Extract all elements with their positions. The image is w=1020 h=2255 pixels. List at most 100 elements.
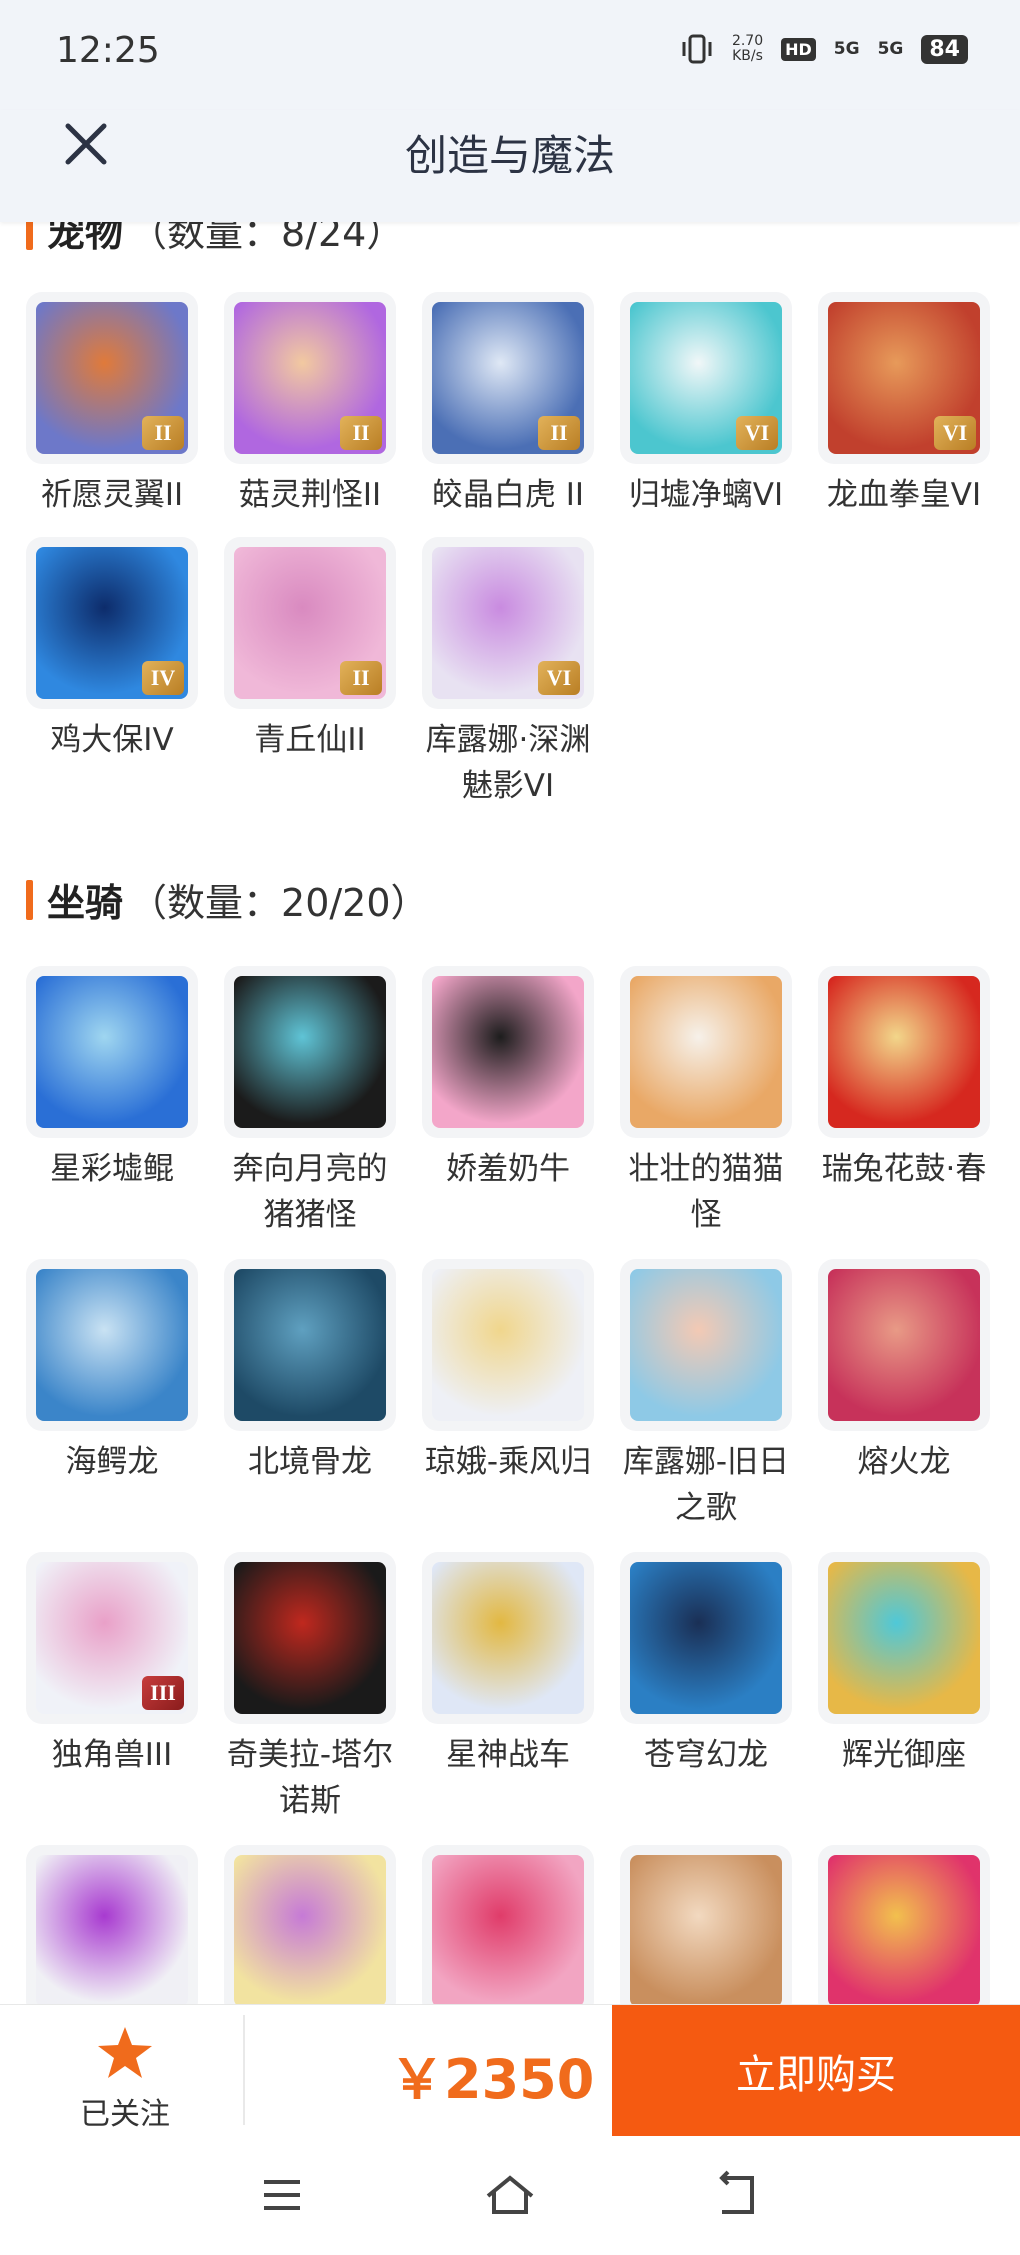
item-thumbnail	[620, 1259, 792, 1431]
item-card[interactable]: VI 归墟净螭VI	[620, 292, 792, 518]
item-name: 娇羞奶牛	[446, 1151, 570, 1187]
item-name: 皎晶白虎 II	[431, 477, 585, 513]
item-name: 瑞兔花鼓·春	[821, 1151, 987, 1187]
item-thumbnail: II	[224, 537, 396, 709]
item-name: 琼娥-乘风归	[424, 1444, 592, 1480]
star-icon	[98, 2027, 152, 2078]
item-artwork	[828, 1269, 980, 1421]
item-card[interactable]: 辉光御座	[818, 1552, 990, 1778]
item-thumbnail	[26, 966, 198, 1138]
item-card[interactable]: 熔火龙	[818, 1259, 990, 1485]
item-name: 壮壮的猫猫怪	[628, 1151, 784, 1233]
item-artwork	[36, 1855, 188, 2004]
bottom-action-bar: 已关注 ￥2350 立即购买	[0, 2004, 1020, 2137]
section-accent-bar	[26, 879, 33, 920]
item-card[interactable]: 星彩墟鲲	[26, 966, 198, 1192]
item-name: 奇美拉-塔尔诺斯	[226, 1737, 394, 1819]
item-card[interactable]: 奔向月亮的猪猪怪	[224, 966, 396, 1238]
item-card[interactable]	[26, 1845, 198, 2004]
item-card[interactable]: 壮壮的猫猫怪	[620, 966, 792, 1238]
item-thumbnail: IV	[26, 537, 198, 709]
item-card[interactable]: 北境骨龙	[224, 1259, 396, 1485]
item-thumbnail	[818, 966, 990, 1138]
item-artwork	[36, 1269, 188, 1421]
item-artwork	[828, 1855, 980, 2004]
menu-icon[interactable]	[252, 2170, 312, 2220]
item-card[interactable]: II 青丘仙II	[224, 537, 396, 763]
item-name: 菇灵荆怪II	[238, 477, 382, 513]
item-card[interactable]: 瑞兔花鼓·春	[818, 966, 990, 1192]
item-artwork	[828, 976, 980, 1128]
content-scroll[interactable]: 宠物 （数量：8/24） II 祈愿灵翼II II 菇灵荆怪II II 皎晶白虎 II VI…	[0, 222, 1020, 2004]
item-card[interactable]: IV 鸡大保IV	[26, 537, 198, 763]
signal-5g-icon: 5G	[833, 39, 860, 59]
item-thumbnail	[818, 1552, 990, 1724]
item-name: 辉光御座	[842, 1737, 966, 1773]
item-artwork	[630, 1269, 782, 1421]
item-card[interactable]: 娇羞奶牛	[422, 966, 594, 1192]
item-card[interactable]: VI 龙血拳皇VI	[818, 292, 990, 518]
status-bar: 12:25 2.70 KB/s HD 5G 5G 84	[0, 0, 1020, 110]
item-thumbnail	[620, 1845, 792, 2004]
item-thumbnail	[422, 966, 594, 1138]
item-card[interactable]: III 独角兽III	[26, 1552, 198, 1778]
tier-badge: II	[340, 661, 382, 695]
back-icon[interactable]	[708, 2170, 768, 2220]
item-card[interactable]: II 祈愿灵翼II	[26, 292, 198, 518]
item-card[interactable]: VI 库露娜·深渊魅影VI	[422, 537, 594, 809]
item-thumbnail	[422, 1552, 594, 1724]
item-artwork	[432, 976, 584, 1128]
item-card[interactable]: 苍穹幻龙	[620, 1552, 792, 1778]
item-card[interactable]: 库露娜-旧日之歌	[620, 1259, 792, 1531]
tier-badge: VI	[934, 416, 976, 450]
item-artwork	[432, 1562, 584, 1714]
item-name: 奔向月亮的猪猪怪	[232, 1151, 388, 1233]
tier-badge: II	[538, 416, 580, 450]
follow-button[interactable]: 已关注	[70, 2025, 180, 2133]
item-name: 星彩墟鲲	[50, 1151, 174, 1187]
page-title: 创造与魔法	[404, 131, 615, 180]
item-artwork	[630, 976, 782, 1128]
item-card[interactable]: II 皎晶白虎 II	[422, 292, 594, 518]
item-name: 鸡大保IV	[50, 722, 174, 758]
item-name: 龙血拳皇VI	[826, 477, 982, 513]
item-card[interactable]: 奇美拉-塔尔诺斯	[224, 1552, 396, 1824]
item-thumbnail: VI	[422, 537, 594, 709]
system-nav-bar	[0, 2136, 1020, 2255]
item-thumbnail	[224, 1845, 396, 2004]
item-thumbnail	[224, 1552, 396, 1724]
tier-badge: IV	[142, 661, 184, 695]
item-card[interactable]: 海鳄龙	[26, 1259, 198, 1485]
divider	[243, 2015, 245, 2125]
item-card[interactable]	[818, 1845, 990, 2004]
item-card[interactable]	[422, 1845, 594, 2004]
item-name: 祈愿灵翼II	[40, 477, 184, 513]
item-card[interactable]: 琼娥-乘风归	[422, 1259, 594, 1485]
item-thumbnail	[620, 1552, 792, 1724]
item-thumbnail	[26, 1259, 198, 1431]
item-name: 苍穹幻龙	[644, 1737, 768, 1773]
item-card[interactable]	[224, 1845, 396, 2004]
hd-icon: HD	[781, 37, 816, 61]
item-artwork	[234, 1855, 386, 2004]
item-name: 库露娜·深渊魅影VI	[425, 722, 591, 804]
buy-now-button[interactable]: 立即购买	[612, 2005, 1020, 2137]
item-name: 青丘仙II	[254, 722, 366, 758]
status-time: 12:25	[56, 30, 160, 71]
item-name: 归墟净螭VI	[628, 477, 784, 513]
section-accent-bar	[26, 222, 33, 250]
mounts-section-title: 坐骑 （数量：20/20）	[26, 872, 429, 927]
battery-icon: 84	[921, 34, 968, 64]
item-name: 北境骨龙	[248, 1444, 372, 1480]
item-thumbnail	[422, 1259, 594, 1431]
vibrate-icon	[682, 34, 712, 64]
item-card[interactable]: II 菇灵荆怪II	[224, 292, 396, 518]
item-card[interactable]: 星神战车	[422, 1552, 594, 1778]
item-thumbnail: II	[422, 292, 594, 464]
home-icon[interactable]	[480, 2170, 540, 2220]
item-card[interactable]	[620, 1845, 792, 2004]
network-speed: 2.70 KB/s	[731, 33, 764, 64]
item-thumbnail	[818, 1845, 990, 2004]
status-icons: 2.70 KB/s HD 5G 5G 84	[680, 34, 968, 64]
price: ￥2350	[390, 2048, 595, 2111]
